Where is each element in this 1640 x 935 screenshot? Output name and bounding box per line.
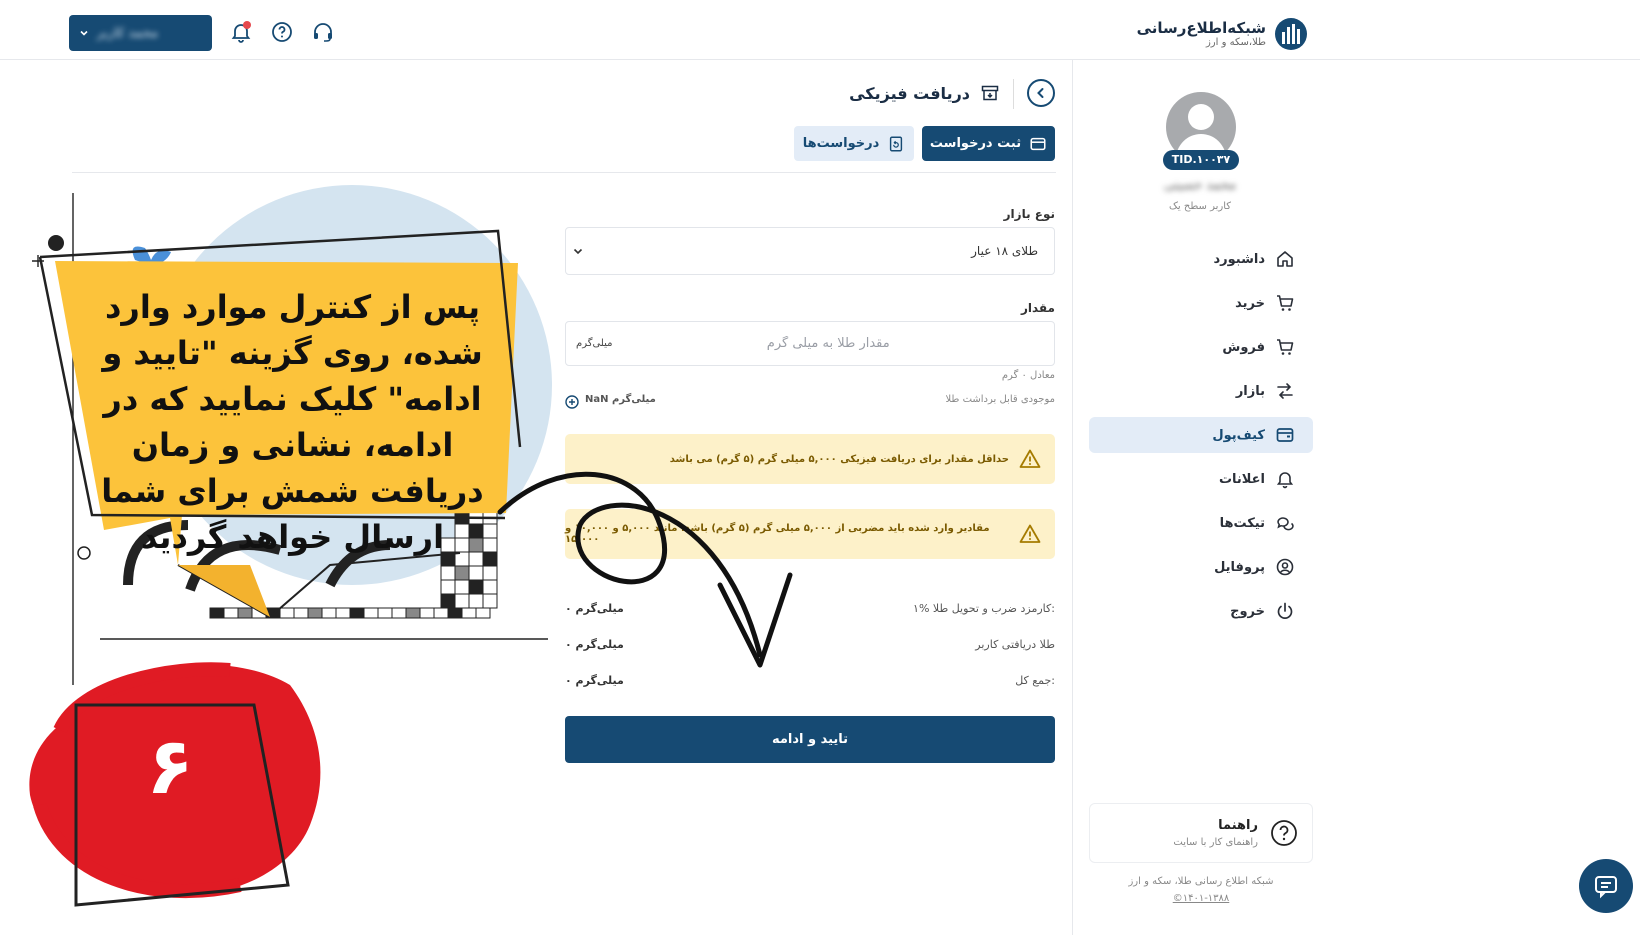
wallet-icon bbox=[1029, 135, 1047, 153]
headset-support-icon[interactable] bbox=[311, 20, 335, 44]
page-title-text: دریافت فیزیکی bbox=[849, 83, 970, 103]
sidebar-item-label: خروج bbox=[1230, 603, 1265, 619]
user-name: محمد حسینی bbox=[1163, 178, 1237, 193]
sidebar-item-dashboard[interactable]: داشبورد bbox=[1089, 241, 1313, 277]
sidebar-item-label: اعلانات bbox=[1218, 471, 1265, 487]
footer-years-link[interactable]: ©۱۴۰۱-۱۳۸۸ bbox=[1089, 893, 1313, 904]
tab-label: درخواست‌ها bbox=[802, 136, 880, 151]
sidebar-item-notifications[interactable]: اعلانات bbox=[1089, 461, 1313, 497]
sidebar-item-label: خرید bbox=[1235, 295, 1265, 311]
wallet-icon bbox=[1275, 425, 1295, 445]
sidebar-item-wallet[interactable]: کیف‌پول bbox=[1089, 417, 1313, 453]
power-icon bbox=[1275, 601, 1295, 621]
chevron-down-icon bbox=[79, 28, 89, 38]
sidebar-item-profile[interactable]: پروفایل bbox=[1089, 549, 1313, 585]
question-circle-icon bbox=[1270, 819, 1298, 847]
logo-bars-icon bbox=[1274, 17, 1308, 51]
tutorial-note-text: پس از کنترل موارد وارد شده، روی گزینه "ت… bbox=[101, 288, 484, 556]
chat-bubbles-icon bbox=[1275, 513, 1295, 533]
user-menu-dropdown[interactable]: محمد کاربر bbox=[69, 15, 212, 51]
help-subtitle: راهنمای کار با سایت bbox=[1173, 837, 1258, 848]
site-logo[interactable]: شبکه‌اطلاع‌رسانی طلا،سکه و ارز bbox=[1137, 14, 1308, 54]
document-refresh-icon bbox=[887, 135, 905, 153]
archive-box-icon bbox=[980, 83, 1000, 103]
sidebar-item-label: بازار bbox=[1235, 383, 1265, 399]
sidebar-item-buy[interactable]: خرید bbox=[1089, 285, 1313, 321]
tab-requests[interactable]: درخواست‌ها bbox=[794, 126, 914, 161]
home-icon bbox=[1275, 249, 1295, 269]
sidebar-item-label: کیف‌پول bbox=[1212, 427, 1265, 443]
sidebar-item-tickets[interactable]: تیکت‌ها bbox=[1089, 505, 1313, 541]
user-circle-icon bbox=[1275, 557, 1295, 577]
page-title: دریافت فیزیکی bbox=[840, 80, 1000, 106]
user-id-badge: TID.۱۰۰۳۷ bbox=[1163, 150, 1239, 170]
help-title: راهنما bbox=[1218, 818, 1258, 833]
title-divider bbox=[1013, 79, 1014, 109]
back-button[interactable] bbox=[1027, 79, 1055, 107]
tab-label: ثبت درخواست bbox=[929, 136, 1022, 151]
chat-support-button[interactable] bbox=[1579, 859, 1633, 913]
cart-icon bbox=[1275, 337, 1295, 357]
sidebar-item-label: تیکت‌ها bbox=[1219, 515, 1265, 531]
logo-subtitle: طلا،سکه و ارز bbox=[1205, 36, 1266, 48]
cart-icon bbox=[1275, 293, 1295, 313]
user-menu-name: محمد کاربر bbox=[97, 25, 159, 41]
sidebar-item-market[interactable]: بازار bbox=[1089, 373, 1313, 409]
sidebar-item-label: فروش bbox=[1222, 339, 1265, 355]
user-level: کاربر سطح یک bbox=[1168, 201, 1232, 212]
sidebar-item-sell[interactable]: فروش bbox=[1089, 329, 1313, 365]
help-circle-icon[interactable] bbox=[270, 20, 294, 44]
tabs-divider bbox=[72, 172, 1056, 173]
sidebar-item-logout[interactable]: خروج bbox=[1089, 593, 1313, 629]
chat-icon bbox=[1593, 873, 1619, 899]
exchange-icon bbox=[1275, 381, 1295, 401]
footer-copyright: شبکه اطلاع رسانی طلا، سکه و ارز bbox=[1128, 876, 1274, 887]
tab-submit-request[interactable]: ثبت درخواست bbox=[922, 126, 1055, 161]
chevron-left-icon bbox=[1034, 86, 1048, 100]
logo-title: شبکه‌اطلاع‌رسانی bbox=[1136, 19, 1266, 38]
sidebar-item-label: داشبورد bbox=[1213, 251, 1265, 267]
tutorial-step-number: ۶ bbox=[146, 722, 194, 812]
notification-bell-icon[interactable] bbox=[229, 20, 253, 44]
sidebar-item-label: پروفایل bbox=[1214, 559, 1265, 575]
help-card[interactable]: راهنما راهنمای کار با سایت bbox=[1089, 803, 1313, 863]
bell-icon bbox=[1275, 469, 1295, 489]
